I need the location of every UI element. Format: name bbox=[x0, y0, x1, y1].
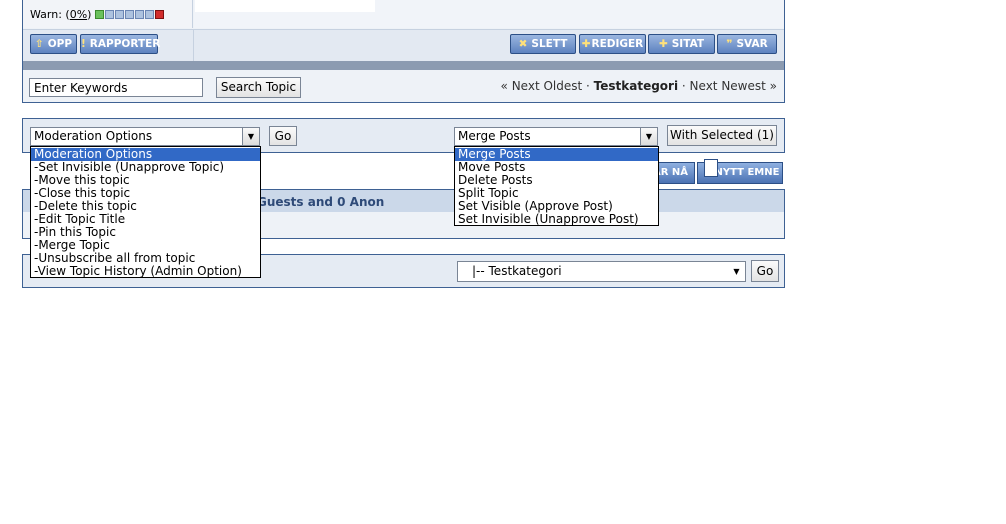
warn-increase-icon[interactable] bbox=[154, 10, 164, 19]
active-users-text: Guests and 0 Anon bbox=[257, 195, 385, 209]
divider bbox=[193, 29, 194, 61]
nav-separator: · bbox=[678, 79, 690, 93]
nav-separator: · bbox=[582, 79, 594, 93]
dropdown-option[interactable]: Set Invisible (Unapprove Post) bbox=[455, 213, 658, 226]
slett-label: SLETT bbox=[531, 38, 568, 50]
warn-suffix: ) bbox=[87, 8, 92, 21]
exclamation-icon: ! bbox=[81, 38, 86, 50]
moderation-go-button[interactable]: Go bbox=[269, 126, 297, 146]
rapporter-button[interactable]: ! RAPPORTER bbox=[80, 34, 161, 54]
forum-jump-go-button[interactable]: Go bbox=[751, 260, 779, 282]
dropdown-option[interactable]: -View Topic History (Admin Option) bbox=[31, 265, 260, 278]
warn-bar-segment bbox=[134, 10, 144, 19]
forum-jump-value: |-- Testkategori bbox=[472, 264, 562, 278]
post-body-content bbox=[195, 0, 375, 12]
chevron-down-icon[interactable]: ▼ bbox=[242, 128, 259, 145]
svar-label: SVAR bbox=[736, 38, 768, 50]
current-category-link[interactable]: Testkategori bbox=[594, 79, 678, 93]
rapporter-label: RAPPORTER bbox=[89, 38, 161, 50]
document-icon bbox=[704, 159, 718, 177]
moderation-select-value: Moderation Options bbox=[34, 129, 153, 143]
edit-icon: ✚ bbox=[581, 38, 591, 50]
quote-add-icon: ✚ bbox=[658, 38, 668, 50]
search-topic-button[interactable]: Search Topic bbox=[216, 77, 301, 98]
warn-bar-segment bbox=[124, 10, 134, 19]
new-topic-button[interactable]: NYTT EMNE bbox=[697, 159, 783, 184]
reply-icon: ❞ bbox=[726, 38, 733, 50]
sitat-label: SITAT bbox=[671, 38, 705, 50]
warn-level: Warn: (0%) bbox=[30, 8, 165, 21]
warn-meter bbox=[94, 8, 165, 21]
next-oldest-link[interactable]: « Next Oldest bbox=[501, 79, 583, 93]
keywords-input[interactable] bbox=[29, 78, 203, 97]
multi-select-value: Merge Posts bbox=[458, 129, 531, 143]
arrow-up-icon: ⇧ bbox=[34, 38, 44, 50]
warn-bar-segment bbox=[144, 10, 154, 19]
with-selected-button[interactable]: With Selected (1) bbox=[667, 125, 777, 146]
chevron-down-icon[interactable]: ▼ bbox=[728, 262, 745, 281]
rediger-button[interactable]: ✚REDIGER bbox=[579, 34, 646, 54]
warn-decrease-icon[interactable] bbox=[94, 10, 104, 19]
multi-moderation-options-list: Merge Posts Move Posts Delete Posts Split T… bbox=[454, 146, 659, 226]
new-topic-label: NYTT EMNE bbox=[714, 167, 780, 178]
warn-bar-segment bbox=[114, 10, 124, 19]
opp-label: OPP bbox=[47, 38, 73, 50]
warn-percent[interactable]: 0% bbox=[70, 8, 87, 21]
multi-moderation-select[interactable]: Merge Posts ▼ bbox=[454, 127, 658, 146]
warn-label: Warn: ( bbox=[30, 8, 70, 21]
sitat-button[interactable]: ✚ SITAT bbox=[648, 34, 715, 54]
opp-button[interactable]: ⇧ OPP bbox=[30, 34, 77, 54]
warn-bar-segment bbox=[104, 10, 114, 19]
post-footer-bar bbox=[23, 61, 784, 70]
slett-button[interactable]: ✖ SLETT bbox=[510, 34, 576, 54]
moderation-select[interactable]: Moderation Options ▼ bbox=[30, 127, 260, 146]
next-newest-link[interactable]: Next Newest » bbox=[690, 79, 777, 93]
moderation-options-list: Moderation Options -Set Invisible (Unappr… bbox=[30, 146, 261, 278]
chevron-down-icon[interactable]: ▼ bbox=[640, 128, 657, 145]
delete-icon: ✖ bbox=[518, 38, 528, 50]
forum-jump-select[interactable]: |-- Testkategori ▼ bbox=[457, 261, 746, 282]
svar-button[interactable]: ❞ SVAR bbox=[717, 34, 777, 54]
rediger-label: REDIGER bbox=[591, 38, 644, 50]
topic-navigation: « Next Oldest · Testkategori · Next Newe… bbox=[480, 79, 777, 93]
